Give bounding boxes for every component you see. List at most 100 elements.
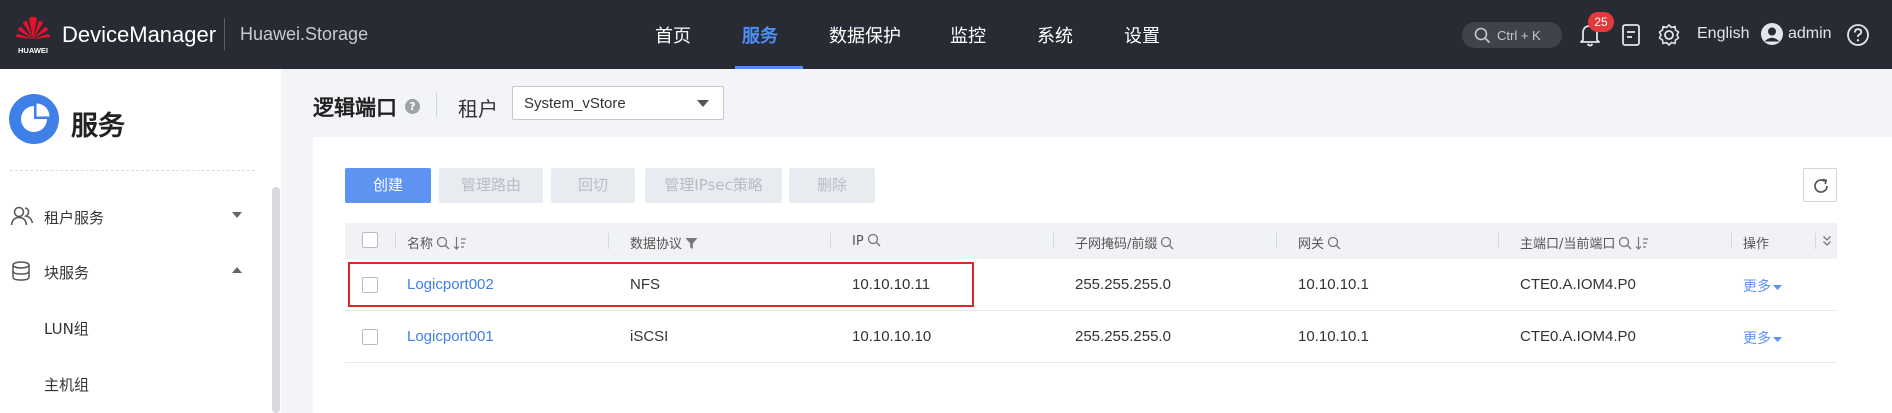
create-button[interactable]: 创建 — [345, 168, 431, 203]
manage-ipsec-button[interactable]: 管理IPsec策略 — [645, 168, 782, 203]
column-separator — [1498, 233, 1499, 249]
delete-button[interactable]: 删除 — [789, 168, 875, 203]
refresh-button[interactable] — [1803, 168, 1837, 202]
user-avatar-icon[interactable] — [1760, 22, 1784, 46]
column-header-gateway: 网关 — [1298, 233, 1341, 252]
sidebar-scrollbar[interactable] — [272, 187, 280, 413]
sidebar-subitem-host-group[interactable]: 主机组 — [44, 374, 89, 395]
column-header-label: 子网掩码/前缀 — [1075, 237, 1158, 252]
user-name[interactable]: admin — [1788, 25, 1832, 43]
task-list-icon[interactable] — [1620, 22, 1642, 48]
language-switch[interactable]: English — [1697, 25, 1749, 43]
cell-name[interactable]: Logicport002 — [407, 276, 494, 293]
column-header-name: 名称 — [407, 233, 467, 252]
column-header-subnet: 子网掩码/前缀 — [1075, 233, 1174, 252]
caret-down-icon — [232, 212, 242, 218]
cell-protocol: iSCSI — [630, 328, 669, 345]
tenant-select-value: System_vStore — [524, 95, 626, 112]
search-icon[interactable] — [1618, 236, 1632, 250]
row-checkbox[interactable] — [362, 329, 378, 345]
nav-data-protection[interactable]: 数据保护 — [829, 22, 901, 48]
table-header: 名称 数据协议 IP 子网掩码/前缀 网关 主端口/当前端口 操作 — [345, 223, 1837, 259]
nav-active-indicator — [735, 66, 803, 69]
column-separator — [1815, 233, 1816, 249]
table-row[interactable]: Logicport001 iSCSI 10.10.10.10 255.255.2… — [345, 311, 1837, 363]
brand-name: DeviceManager — [62, 22, 217, 47]
users-icon — [10, 206, 34, 226]
sidebar-item-label: 租户服务 — [44, 209, 105, 227]
sort-icon[interactable] — [453, 236, 467, 250]
global-search-button[interactable]: Ctrl + K — [1462, 22, 1562, 48]
filter-icon[interactable] — [685, 237, 698, 250]
nav-home[interactable]: 首页 — [655, 22, 691, 48]
nav-services[interactable]: 服务 — [742, 22, 778, 48]
sidebar-item-label: 块服务 — [44, 264, 90, 282]
cell-ip: 10.10.10.11 — [852, 276, 931, 293]
cell-protocol: NFS — [630, 276, 660, 293]
column-separator — [1276, 233, 1277, 249]
column-header-label: IP — [852, 234, 864, 249]
cell-gateway: 10.10.10.1 — [1298, 276, 1369, 293]
title-separator — [436, 93, 437, 117]
database-icon — [12, 261, 30, 281]
row-checkbox[interactable] — [362, 277, 378, 293]
gear-icon[interactable] — [1657, 22, 1681, 48]
sidebar-item-tenant-services[interactable]: 租户服务 — [0, 195, 260, 235]
more-actions-button[interactable]: 更多 — [1743, 328, 1782, 348]
notification-badge: 25 — [1588, 12, 1614, 32]
manage-route-button[interactable]: 管理路由 — [439, 168, 543, 203]
column-header-label: 名称 — [407, 237, 434, 252]
brand-divider — [224, 18, 225, 50]
more-actions-label: 更多 — [1743, 331, 1771, 347]
nav-system[interactable]: 系统 — [1037, 22, 1073, 48]
select-all-checkbox[interactable] — [362, 232, 378, 248]
more-actions-button[interactable]: 更多 — [1743, 276, 1782, 296]
search-icon[interactable] — [436, 236, 450, 250]
caret-down-icon — [697, 100, 709, 107]
cell-name[interactable]: Logicport001 — [407, 328, 494, 345]
expand-columns-icon[interactable] — [1822, 235, 1832, 247]
more-actions-label: 更多 — [1743, 279, 1771, 295]
nav-monitoring[interactable]: 监控 — [950, 22, 986, 48]
table-row[interactable]: Logicport002 NFS 10.10.10.11 255.255.255… — [345, 259, 1837, 311]
column-header-port: 主端口/当前端口 — [1520, 233, 1649, 252]
column-separator — [608, 233, 609, 249]
column-header-label: 主端口/当前端口 — [1520, 237, 1616, 252]
sort-icon[interactable] — [1635, 236, 1649, 250]
column-separator — [1731, 233, 1732, 249]
sidebar: 服务 租户服务 块服务 LUN组 主机组 — [0, 69, 281, 413]
top-navigation-bar: HUAWEI DeviceManager Huawei.Storage 首页 服… — [0, 0, 1892, 69]
search-icon[interactable] — [1327, 236, 1341, 250]
search-icon[interactable] — [867, 233, 881, 247]
nav-settings[interactable]: 设置 — [1124, 22, 1160, 48]
help-icon[interactable] — [1846, 22, 1870, 48]
huawei-logo: HUAWEI — [16, 16, 50, 55]
help-tooltip-icon[interactable]: ? — [405, 99, 420, 114]
search-icon — [1474, 27, 1491, 44]
column-separator — [395, 233, 396, 249]
column-header-label: 数据协议 — [630, 237, 683, 252]
refresh-icon — [1814, 178, 1828, 193]
sidebar-title: 服务 — [71, 111, 125, 142]
tenant-select[interactable]: System_vStore — [512, 86, 724, 120]
services-pie-icon — [9, 94, 59, 144]
caret-down-icon — [1773, 337, 1782, 342]
caret-down-icon — [1773, 285, 1782, 290]
svg-text:HUAWEI: HUAWEI — [18, 46, 48, 55]
search-shortcut: Ctrl + K — [1497, 28, 1541, 43]
cell-subnet: 255.255.255.0 — [1075, 328, 1171, 345]
cell-port: CTE0.A.IOM4.P0 — [1520, 328, 1636, 345]
sidebar-subitem-lun-group[interactable]: LUN组 — [44, 318, 89, 339]
column-header-protocol: 数据协议 — [630, 233, 698, 252]
system-name: Huawei.Storage — [240, 24, 369, 44]
cell-port: CTE0.A.IOM4.P0 — [1520, 276, 1636, 293]
tenant-label: 租户 — [458, 97, 498, 121]
sidebar-item-block-services[interactable]: 块服务 — [0, 250, 260, 290]
sidebar-divider — [10, 170, 255, 171]
cell-ip: 10.10.10.10 — [852, 328, 932, 345]
search-icon[interactable] — [1160, 236, 1174, 250]
column-header-ip: IP — [852, 233, 881, 249]
caret-up-icon — [232, 267, 242, 273]
cell-subnet: 255.255.255.0 — [1075, 276, 1171, 293]
failback-button[interactable]: 回切 — [551, 168, 635, 203]
